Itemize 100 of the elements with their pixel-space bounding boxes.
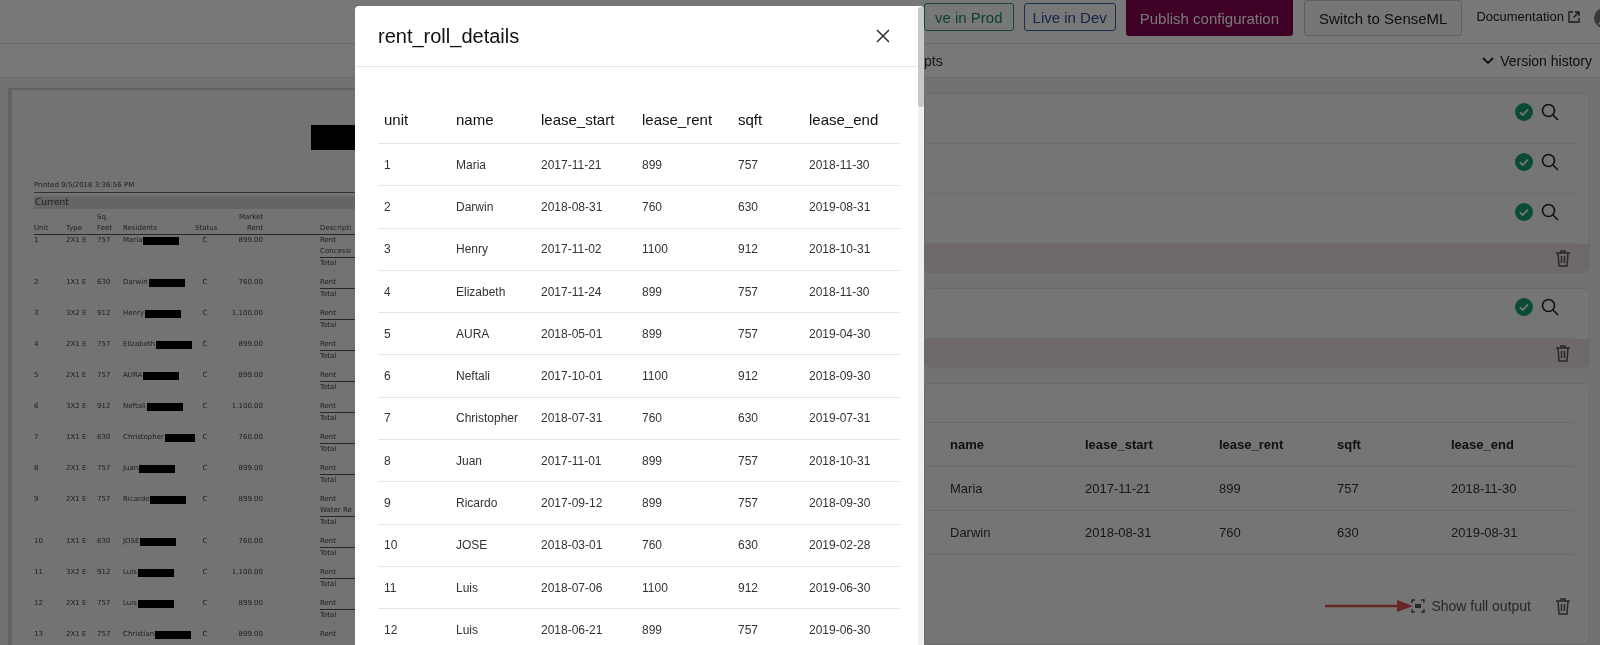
table-cell-text: 630 [737, 411, 760, 426]
table-cell-text: Christopher [455, 411, 520, 426]
table-cell-text: Juan [455, 453, 484, 468]
table-cell-text: 757 [737, 496, 760, 510]
table-cell-text: 2017-11-24 [540, 284, 603, 299]
table-cell-text: 2018-03-01 [540, 538, 604, 553]
table-cell-text: 912 [737, 242, 760, 257]
table-cell-text: 2018-10-31 [808, 453, 872, 468]
table-cell-text: 3 [383, 242, 392, 257]
live-in-prod-button[interactable]: ve in Prod [924, 3, 1014, 31]
table-cell-text: 2019-08-31 [1451, 525, 1519, 540]
table-cell-text: 5 [383, 326, 392, 341]
table-cell-text: 899 [1219, 481, 1242, 496]
column-header: lease_rent [641, 111, 714, 128]
table-cell-text: 4 [383, 284, 392, 299]
table-cell-text: 2018-09-30 [808, 496, 872, 510]
table-cell-text: 2019-06-30 [808, 580, 872, 595]
table-cell-text: Ricardo [455, 496, 499, 510]
table-cell-text: 12 [383, 622, 399, 637]
table-cell-text: 2018-11-30 [808, 284, 871, 299]
table-cell-text: 2018-08-31 [540, 199, 604, 214]
table-cell-text: AURA [455, 326, 491, 341]
column-header: lease_start [1085, 437, 1154, 452]
column-header: lease_end [808, 111, 880, 128]
documentation-link[interactable]: Documentation [1476, 9, 1580, 24]
table-cell-text: 11 [383, 580, 398, 595]
column-header: name [950, 437, 985, 452]
table-cell-text: 1100 [641, 369, 669, 384]
table-cell-text: Luis [455, 622, 479, 637]
table-cell-text: 8 [383, 453, 392, 468]
table-cell-text: 2017-11-02 [540, 242, 603, 257]
table-cell-text: 912 [737, 369, 760, 384]
column-header: sqft [737, 111, 764, 128]
table-cell-text: 760 [641, 199, 664, 214]
table-cell-text: 899 [641, 622, 664, 637]
table-cell-text: 630 [737, 199, 760, 214]
table-cell-text: Darwin [455, 199, 495, 214]
column-header: lease_rent [1219, 437, 1285, 452]
table-cell-text: 2018-08-31 [1085, 525, 1153, 540]
table-cell-text: 757 [737, 622, 760, 637]
table-cell-text: 2018-10-31 [808, 242, 872, 257]
table-cell-text: Neftali [455, 369, 491, 384]
show-full-output-link[interactable]: Show full output [1411, 598, 1531, 614]
table-cell-text: 10 [383, 538, 399, 553]
table-cell-text: 1100 [641, 242, 669, 257]
table-cell-text: 760 [641, 411, 664, 426]
table-cell-text: 757 [737, 453, 760, 468]
table-cell-text: 9 [383, 496, 392, 510]
table-cell-text: 2018-07-31 [540, 411, 604, 426]
table-cell-text: Maria [950, 481, 984, 496]
column-header: sqft [1337, 437, 1362, 452]
table-cell-text: Maria [455, 157, 487, 172]
table-cell-text: 2018-06-21 [540, 622, 604, 637]
table-cell-text: 2019-02-28 [808, 538, 872, 553]
table-cell-text: Henry [455, 242, 489, 257]
publish-button[interactable]: Publish configuration [1125, 0, 1293, 36]
table-cell-text: 1100 [641, 580, 669, 595]
table-cell-text: 2019-08-31 [808, 199, 872, 214]
table-cell-text: 757 [737, 326, 760, 341]
table-cell-text: 760 [1219, 525, 1242, 540]
table-cell-text: 2019-04-30 [808, 326, 872, 341]
table-cell-text: 2018-11-30 [1451, 481, 1518, 496]
modal-title: rent_roll_details [378, 24, 520, 48]
table-cell-text: 899 [641, 284, 664, 299]
column-header: name [455, 111, 495, 128]
column-header: unit [383, 111, 410, 128]
column-header: lease_start [540, 111, 616, 128]
column-header: lease_end [1451, 437, 1515, 452]
table-cell-text: 2019-06-30 [808, 622, 872, 637]
table-cell-text: 2018-09-30 [808, 369, 872, 384]
table-cell-text: 2018-07-06 [540, 580, 604, 595]
table-cell-text: 6 [383, 369, 392, 384]
switch-button[interactable]: Switch to SenseML [1304, 0, 1463, 36]
table-cell-text: 2017-11-21 [1085, 481, 1152, 496]
table-cell-text: 899 [641, 496, 664, 510]
table-cell-text: Darwin [950, 525, 992, 540]
table-cell-text: 760 [641, 538, 664, 553]
table-cell-text: Elizabeth [455, 284, 507, 299]
table-cell-text: 2018-05-01 [540, 326, 604, 341]
table-cell-text: 630 [1337, 525, 1360, 540]
table-cell-text: JOSE [455, 538, 489, 553]
table-cell-text: 757 [1337, 481, 1360, 496]
table-cell-text: 2019-07-31 [808, 411, 872, 426]
live-in-dev-button[interactable]: Live in Dev [1023, 3, 1116, 31]
table-cell-text: 630 [737, 538, 760, 553]
table-cell-text: 7 [383, 411, 392, 426]
table-cell-text: 899 [641, 453, 664, 468]
table-cell-text: 912 [737, 580, 760, 595]
table-cell-text: 1 [383, 157, 392, 172]
table-cell-text: 2017-09-12 [540, 496, 604, 510]
table-cell-text: 899 [641, 326, 664, 341]
table-cell-text: 2017-10-01 [540, 369, 604, 384]
table-cell-text: 2017-11-21 [540, 157, 603, 172]
table-cell-text: 757 [737, 284, 760, 299]
version-history-button[interactable]: Version history [1482, 52, 1592, 69]
table-cell-text: 2 [383, 199, 392, 214]
tab-label[interactable]: pts [924, 52, 943, 69]
table-cell-text: 2017-11-01 [540, 453, 603, 468]
table-cell-text: Luis [455, 580, 479, 595]
table-cell-text: 757 [737, 157, 760, 172]
